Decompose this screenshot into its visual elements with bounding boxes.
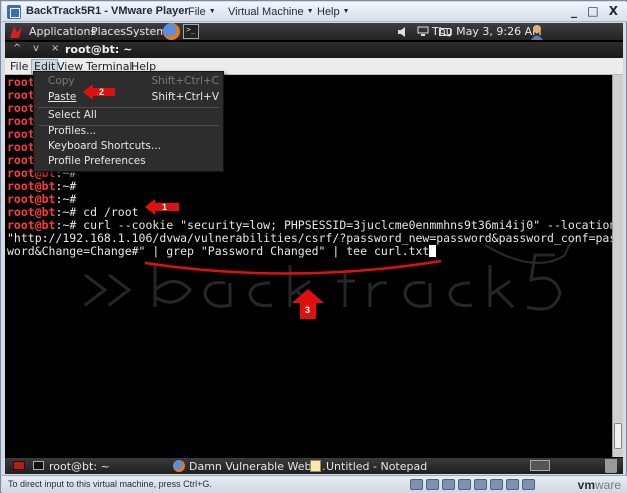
- terminal-close-button[interactable]: ×: [51, 43, 59, 54]
- window-controls[interactable]: _ □ X: [571, 4, 621, 18]
- vmware-menu-file[interactable]: File ▼: [188, 6, 216, 18]
- edit-dropdown-menu: Copy Shift+Ctrl+C Paste Shift+Ctrl+V Selec…: [33, 71, 224, 172]
- workspace-switcher-icon[interactable]: [530, 460, 550, 471]
- menu-item-copy[interactable]: Copy Shift+Ctrl+C: [34, 74, 223, 90]
- chevron-down-icon: ▼: [208, 8, 216, 15]
- vmware-app-icon: [7, 5, 21, 19]
- vmware-player-window: BackTrack5R1 - VMware Player File ▼ Virtu…: [0, 0, 627, 493]
- annotation-number-2: 2: [99, 87, 104, 97]
- vmware-logo: vmware: [577, 478, 621, 492]
- menu-item-select-all[interactable]: Select All: [34, 108, 223, 124]
- annotation-arrow-3: 3: [292, 289, 324, 319]
- terminal-menu-file[interactable]: File: [10, 60, 28, 73]
- menu-item-paste[interactable]: Paste Shift+Ctrl+V: [34, 90, 223, 106]
- network-adapter-icon[interactable]: [442, 479, 455, 490]
- menu-applications[interactable]: Applications: [29, 25, 96, 38]
- sound-card-icon[interactable]: [474, 479, 487, 490]
- chevron-down-icon: ▼: [342, 8, 350, 15]
- terminal-titlebar: ^ v × root@bt: ~: [5, 42, 623, 58]
- terminal-scrollbar[interactable]: [612, 75, 623, 457]
- vmware-menu-virtual-machine[interactable]: Virtual Machine ▼: [228, 6, 314, 18]
- taskbar-item-firefox[interactable]: Damn Vulnerable Web ...: [171, 459, 325, 474]
- annotation-arrow-2: 2: [83, 84, 115, 100]
- display-icon[interactable]: [506, 479, 519, 490]
- menu-places[interactable]: Places: [91, 25, 126, 38]
- annotation-arrow-1: 1: [145, 199, 179, 215]
- speaker-icon[interactable]: [398, 27, 408, 37]
- window-title: BackTrack5R1 - VMware Player: [26, 5, 189, 17]
- menu-item-keyboard-shortcuts[interactable]: Keyboard Shortcuts...: [34, 139, 223, 155]
- terminal-maximize-button[interactable]: ^: [13, 43, 21, 54]
- terminal-icon: [33, 461, 44, 470]
- vmware-menu-help[interactable]: Help ▼: [317, 6, 350, 18]
- backtrack-dragon-icon[interactable]: [8, 24, 24, 40]
- usb-device-icon[interactable]: [458, 479, 471, 490]
- annotation-number-3: 3: [305, 305, 310, 315]
- gnome-bottom-panel: root@bt: ~ Damn Vulnerable Web ... Untit…: [5, 457, 623, 474]
- panel-clock[interactable]: Thu May 3, 9:26 AM: [432, 25, 542, 38]
- firefox-launcher-icon[interactable]: [163, 23, 180, 40]
- message-log-icon[interactable]: [522, 479, 535, 490]
- gnome-top-panel: Applications Places System Thu May 3, 9:…: [5, 23, 623, 41]
- terminal-title: root@bt: ~: [65, 43, 133, 56]
- vmware-titlebar: BackTrack5R1 - VMware Player File ▼ Virtu…: [2, 2, 627, 22]
- cd-drive-icon[interactable]: [426, 479, 439, 490]
- printer-icon[interactable]: [490, 479, 503, 490]
- menu-item-profile-preferences[interactable]: Profile Preferences: [34, 154, 223, 170]
- status-message: To direct input to this virtual machine,…: [8, 479, 212, 489]
- scrollbar-thumb[interactable]: [614, 423, 622, 449]
- firefox-icon: [173, 460, 185, 472]
- taskbar-item-notepad[interactable]: Untitled - Notepad: [308, 459, 443, 474]
- guest-screen[interactable]: Applications Places System Thu May 3, 9:…: [5, 23, 623, 474]
- annotation-brace-3: [144, 259, 442, 275]
- terminal-launcher-icon[interactable]: [183, 24, 199, 39]
- chevron-down-icon: ▼: [306, 8, 314, 15]
- terminal-minimize-button[interactable]: v: [33, 43, 39, 54]
- vmware-statusbar: To direct input to this virtual machine,…: [2, 475, 627, 493]
- taskbar-item-terminal[interactable]: root@bt: ~: [31, 459, 161, 474]
- network-icon[interactable]: [417, 26, 429, 37]
- trash-icon[interactable]: [605, 459, 617, 473]
- annotation-number-1: 1: [162, 202, 167, 212]
- notepad-icon: [310, 460, 321, 472]
- hard-disk-icon[interactable]: [410, 479, 423, 490]
- show-desktop-icon[interactable]: [13, 461, 25, 470]
- menu-item-profiles[interactable]: Profiles...: [34, 124, 223, 140]
- user-icon[interactable]: [530, 24, 544, 40]
- menu-system[interactable]: System: [126, 25, 167, 38]
